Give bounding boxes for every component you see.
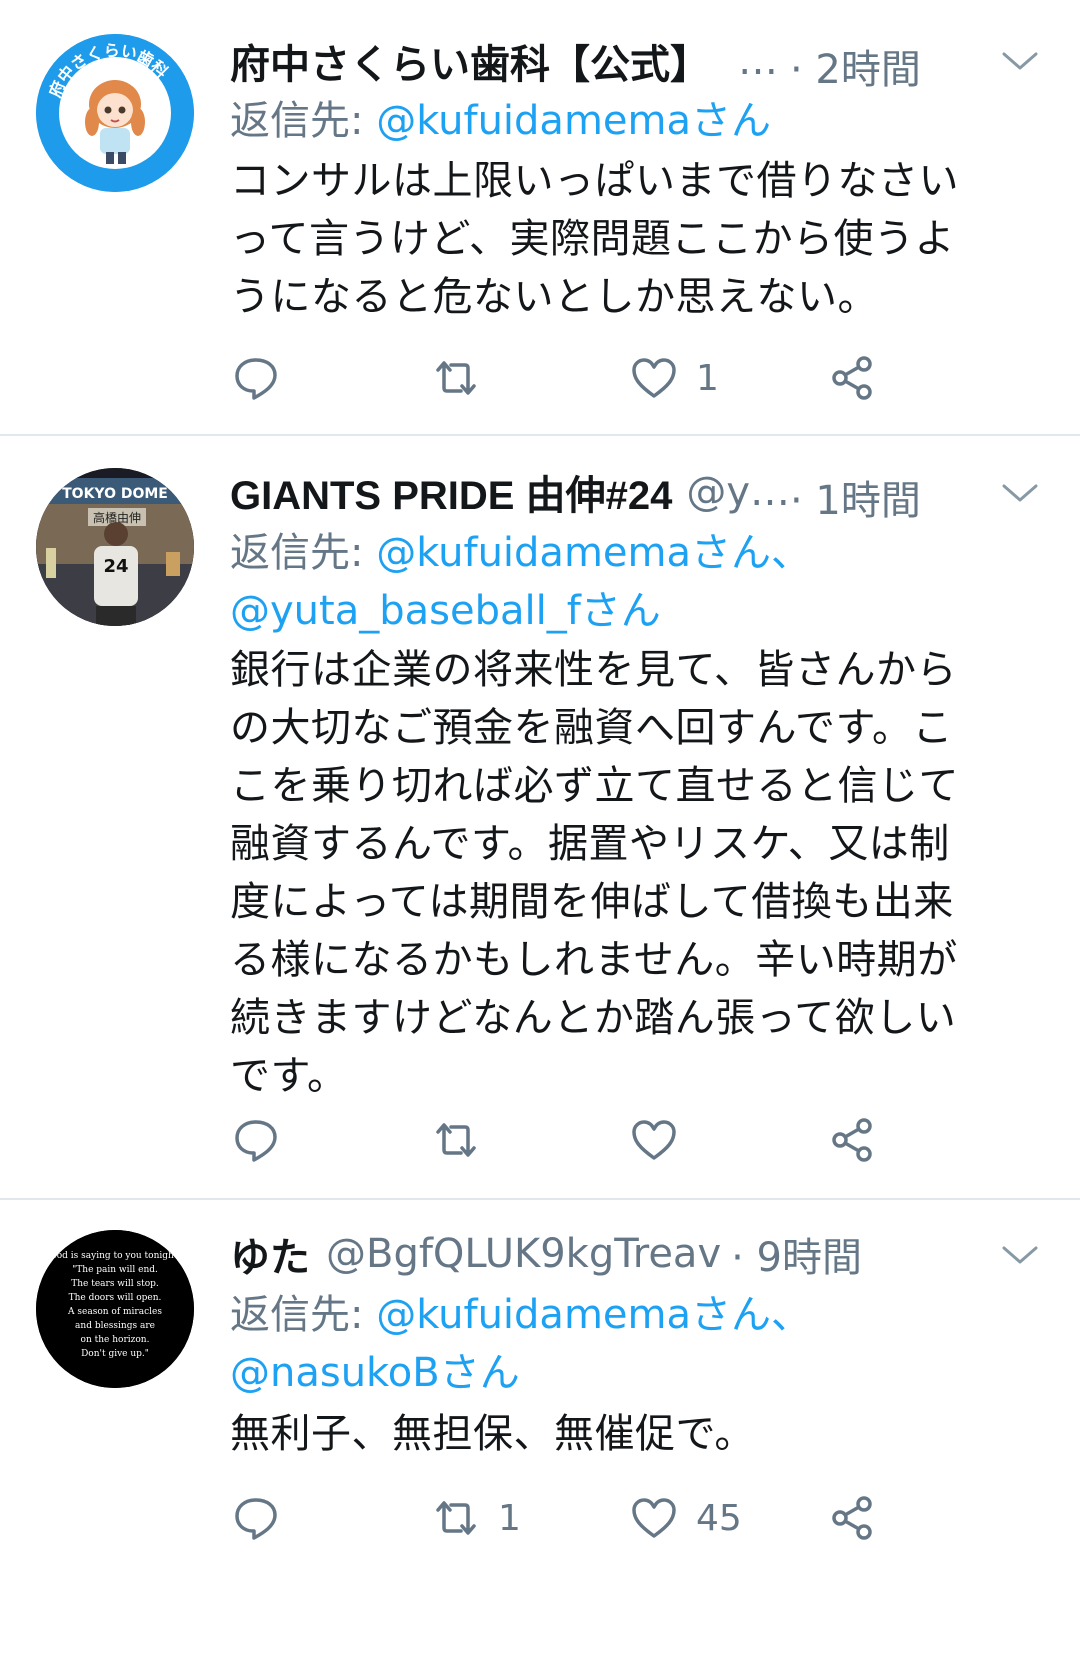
share-icon — [832, 1118, 872, 1162]
svg-text:The tears will stop.: The tears will stop. — [71, 1279, 159, 1289]
tweet-text-line: うになると危ないとしか思えない。 — [230, 274, 878, 320]
heart-icon — [632, 358, 676, 398]
mention-link[interactable]: @kufuidamemaさん、 — [376, 1292, 811, 1338]
avatar-image: 府中さくらい歯科 持続的な健康を止めるな!!プロジェクト — [36, 34, 194, 192]
share-button[interactable] — [830, 1110, 878, 1170]
tweet-text-line: です。 — [230, 1053, 348, 1099]
retweet-button[interactable]: 1 — [432, 1488, 521, 1548]
author-name[interactable]: GIANTS PRIDE 由伸#24 — [230, 463, 672, 521]
tweet-text-line: 続きますけどなんとか踏ん張って欲しい — [230, 995, 957, 1041]
svg-text:TOKYO DOME: TOKYO DOME — [62, 486, 168, 502]
mention-link[interactable]: @nasukoBさん — [230, 1350, 520, 1396]
avatar-image: TOKYO DOME 高橋由伸 24 — [36, 468, 194, 626]
author-handle[interactable]: @y… — [686, 469, 790, 515]
tweet-text-line: 銀行は企業の将来性を見て、皆さんから — [230, 647, 957, 693]
retweet-button[interactable] — [432, 348, 498, 408]
avatar[interactable]: God is saying to you tonight: "The pain … — [36, 1230, 194, 1388]
tweet-text-line: こを乗り切れば必ず立て直せると信じて — [230, 763, 959, 809]
svg-text:on the horizon.: on the horizon. — [81, 1335, 150, 1345]
reply-icon — [235, 1498, 277, 1540]
tweet-text-line: 融資するんです。据置やリスケ、又は制 — [230, 821, 950, 867]
author-name[interactable]: ゆた — [230, 1225, 310, 1283]
reply-context: 返信先: @kufuidamemaさん — [230, 92, 771, 150]
retweet-button[interactable] — [432, 1110, 498, 1170]
retweet-count: 1 — [498, 1497, 521, 1539]
reply-icon — [235, 1120, 277, 1162]
mention-link[interactable]: @yuta_baseball_fさん — [230, 588, 661, 634]
tweet-1[interactable]: 府中さくらい歯科 持続的な健康を止めるな!!プロジェクト 府中さくらい歯科【公式… — [0, 0, 1080, 434]
svg-text:God is saying to you tonight:: God is saying to you tonight: — [50, 1251, 181, 1261]
svg-text:"The pain will end.: "The pain will end. — [72, 1265, 158, 1275]
avatar[interactable]: TOKYO DOME 高橋由伸 24 — [36, 468, 194, 626]
reply-prefix: 返信先: — [230, 530, 377, 576]
tweet-time[interactable]: · 9時間 — [731, 1225, 862, 1283]
like-count: 1 — [696, 357, 719, 399]
share-button[interactable] — [830, 1488, 878, 1548]
avatar[interactable]: 府中さくらい歯科 持続的な健康を止めるな!!プロジェクト — [36, 34, 194, 192]
like-button[interactable]: 45 — [630, 1488, 742, 1548]
tweet-text: 無利子、無担保、無催促で。 — [230, 1405, 1040, 1463]
retweet-icon — [436, 361, 476, 395]
tweet-text-line: って言うけど、実際問題ここから使うよ — [230, 216, 955, 262]
svg-text:The doors will open.: The doors will open. — [69, 1293, 162, 1303]
tweet-time[interactable]: · 2時間 — [790, 37, 921, 95]
svg-text:A season of miracles: A season of miracles — [67, 1307, 162, 1317]
chevron-down-icon[interactable] — [1000, 478, 1040, 508]
reply-prefix: 返信先: — [230, 98, 377, 144]
svg-text:Don't give up.": Don't give up." — [81, 1349, 149, 1359]
svg-text:and blessings are: and blessings are — [75, 1321, 155, 1331]
tweet-header: 府中さくらい歯科【公式】 … — [230, 31, 778, 91]
reply-context: 返信先: @kufuidamemaさん、 @yuta_baseball_fさん — [230, 524, 811, 640]
share-button[interactable] — [830, 348, 878, 408]
reply-prefix: 返信先: — [230, 1292, 377, 1338]
tweet-text-line: 度によっては期間を伸ばして借換も出来 — [230, 879, 954, 925]
chevron-down-icon[interactable] — [1000, 46, 1040, 76]
heart-icon — [632, 1498, 676, 1538]
chevron-down-icon[interactable] — [1000, 1240, 1040, 1270]
mention-link[interactable]: @kufuidamemaさん — [376, 98, 771, 144]
avatar-image: God is saying to you tonight: "The pain … — [36, 1230, 194, 1388]
tweet-time[interactable]: · 1時間 — [790, 468, 921, 526]
tweet-actions: 1 45 — [0, 1488, 1080, 1548]
tweet-header: GIANTS PRIDE 由伸#24 @y… — [230, 462, 790, 522]
like-button[interactable] — [630, 1110, 696, 1170]
tweet-text-line: コンサルは上限いっぱいまで借りなさい — [230, 158, 959, 204]
author-name[interactable]: 府中さくらい歯科【公式】 — [230, 32, 710, 90]
like-button[interactable]: 1 — [630, 348, 719, 408]
retweet-icon — [436, 1123, 476, 1157]
tweet-header: ゆた @BgfQLUK9kgTreav · 9時間 — [230, 1224, 862, 1284]
tweet-text-line: る様になるかもしれません。辛い時期が — [230, 937, 958, 983]
reply-button[interactable] — [232, 348, 298, 408]
svg-text:24: 24 — [103, 556, 128, 577]
share-icon — [832, 356, 872, 400]
like-count: 45 — [696, 1497, 742, 1539]
reply-button[interactable] — [232, 1110, 298, 1170]
tweet-actions — [0, 1110, 1080, 1170]
tweet-text: 銀行は企業の将来性を見て、皆さんから の大切なご預金を融資へ回すんです。こ こを… — [230, 641, 1040, 1105]
author-handle[interactable]: … — [738, 38, 778, 84]
tweet-3[interactable]: God is saying to you tonight: "The pain … — [0, 1200, 1080, 1659]
heart-icon — [632, 1120, 676, 1160]
tweet-text: コンサルは上限いっぱいまで借りなさい って言うけど、実際問題ここから使うよ うに… — [230, 152, 1040, 326]
reply-icon — [235, 358, 277, 400]
author-handle[interactable]: @BgfQLUK9kgTreav — [326, 1231, 721, 1277]
tweet-text-line: の大切なご預金を融資へ回すんです。こ — [230, 705, 953, 751]
tweet-actions: 1 — [0, 348, 1080, 408]
tweet-text-line: 無利子、無担保、無催促で。 — [230, 1411, 755, 1457]
reply-context: 返信先: @kufuidamemaさん、 @nasukoBさん — [230, 1286, 811, 1402]
mention-link[interactable]: @kufuidamemaさん、 — [376, 530, 811, 576]
retweet-icon — [436, 1501, 476, 1535]
share-icon — [832, 1496, 872, 1540]
tweet-2[interactable]: TOKYO DOME 高橋由伸 24 GIANTS PRIDE 由伸#24 @y… — [0, 436, 1080, 1198]
reply-button[interactable] — [232, 1488, 298, 1548]
